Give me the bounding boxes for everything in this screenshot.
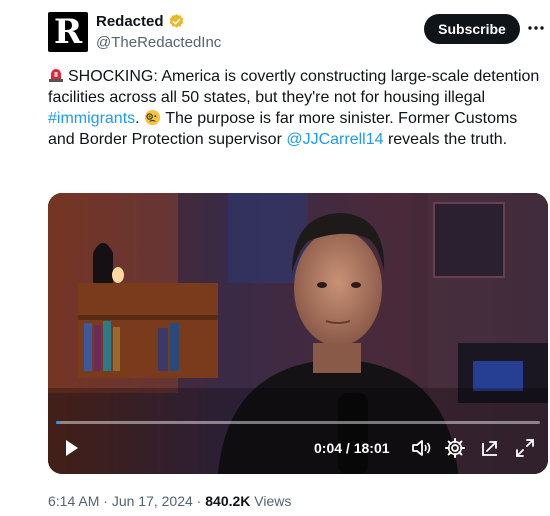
mention-link[interactable]: @JJCarrell14 (286, 131, 383, 148)
video-time: 0:04 / 18:01 (314, 440, 390, 456)
video-player[interactable]: 0:04 / 18:01 (48, 193, 548, 474)
views-label: Views (250, 493, 292, 509)
hashtag-link[interactable]: #immigrants (48, 110, 135, 127)
video-duration: 18:01 (353, 440, 390, 456)
avatar[interactable]: R (48, 12, 88, 52)
verified-badge-icon (169, 14, 183, 28)
tweet-text-part2: . (135, 110, 145, 127)
tweet-date[interactable]: Jun 17, 2024 (112, 493, 193, 509)
siren-emoji-icon (49, 69, 63, 82)
video-progress-bar[interactable] (56, 421, 540, 424)
fullscreen-icon[interactable] (514, 437, 536, 459)
tweet-meta: 6:14 AM · Jun 17, 2024 · 840.2K Views (48, 493, 291, 509)
author-name-row[interactable]: Redacted (96, 13, 185, 30)
video-controls: 0:04 / 18:01 (48, 431, 548, 471)
meta-separator: · (192, 493, 206, 509)
subscribe-button[interactable]: Subscribe (424, 14, 520, 44)
tweet-text: SHOCKING: America is covertly constructi… (48, 66, 548, 150)
tweet-text-part1: SHOCKING: America is covertly constructi… (48, 68, 540, 106)
tweet-text-part4: reveals the truth. (383, 131, 508, 148)
play-icon[interactable] (60, 437, 82, 459)
meta-separator: · (99, 493, 112, 509)
video-time-separator: / (342, 440, 354, 456)
views-count: 840.2K (205, 493, 251, 509)
monocle-face-emoji-icon (144, 109, 161, 126)
picture-in-picture-icon[interactable] (479, 437, 501, 459)
more-icon[interactable] (526, 18, 546, 38)
volume-icon[interactable] (410, 437, 432, 459)
video-current-time: 0:04 (314, 440, 343, 456)
settings-gear-icon[interactable] (444, 437, 466, 459)
author-handle[interactable]: @TheRedactedInc (96, 34, 221, 51)
author-name[interactable]: Redacted (96, 13, 164, 30)
video-progress-fill (56, 421, 60, 424)
tweet-time[interactable]: 6:14 AM (48, 493, 99, 509)
avatar-letter: R (53, 12, 83, 52)
